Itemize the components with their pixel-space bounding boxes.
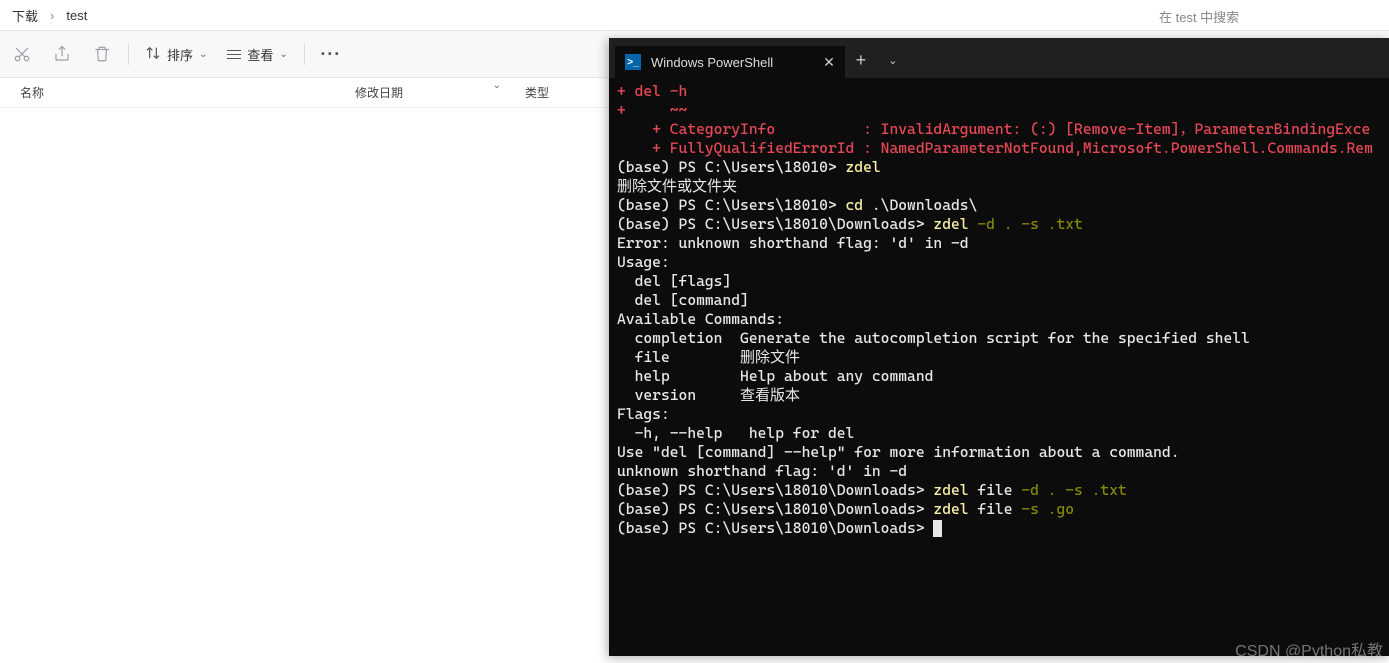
chevron-down-icon: ⌄ — [279, 49, 287, 60]
chevron-down-icon: ⌄ — [493, 80, 501, 91]
terminal-output[interactable]: + del -h+ ~~ + CategoryInfo : InvalidArg… — [609, 78, 1389, 656]
view-button[interactable]: 查看 ⌄ — [219, 39, 295, 70]
more-button[interactable]: ··· — [313, 36, 349, 72]
toolbar-separator — [304, 43, 305, 65]
chevron-right-icon: › — [42, 8, 62, 23]
chevron-down-icon: ⌄ — [199, 49, 207, 60]
tab-dropdown-button[interactable]: ⌄ — [877, 44, 909, 76]
tab-title: Windows PowerShell — [651, 55, 773, 70]
close-tab-button[interactable]: ✕ — [823, 54, 835, 71]
watermark: CSDN @Python私教 — [1235, 637, 1383, 661]
delete-button[interactable] — [84, 36, 120, 72]
sort-icon — [145, 45, 161, 64]
search-placeholder: 在 test 中搜索 — [1159, 7, 1239, 26]
column-name[interactable]: 名称 — [20, 84, 355, 101]
sort-button[interactable]: 排序 ⌄ — [137, 39, 215, 70]
terminal-window: >_ Windows PowerShell ✕ + ⌄ + del -h+ ~~… — [609, 38, 1389, 656]
search-input[interactable]: 在 test 中搜索 — [1151, 4, 1383, 28]
terminal-titlebar[interactable]: >_ Windows PowerShell ✕ + ⌄ — [609, 38, 1389, 78]
sort-label: 排序 — [167, 45, 193, 64]
share-button[interactable] — [44, 36, 80, 72]
view-label: 查看 — [247, 45, 273, 64]
breadcrumb-item-test[interactable]: test — [62, 6, 91, 25]
new-tab-button[interactable]: + — [845, 44, 877, 76]
cut-button[interactable] — [4, 36, 40, 72]
breadcrumb-item-downloads[interactable]: 下载 — [8, 4, 42, 27]
powershell-icon: >_ — [625, 54, 641, 70]
column-modified[interactable]: 修改日期 ⌄ — [355, 84, 525, 101]
list-icon — [227, 50, 241, 59]
breadcrumb: 下载 › test 在 test 中搜索 — [0, 0, 1389, 30]
terminal-tab[interactable]: >_ Windows PowerShell ✕ — [615, 46, 845, 78]
toolbar-separator — [128, 43, 129, 65]
